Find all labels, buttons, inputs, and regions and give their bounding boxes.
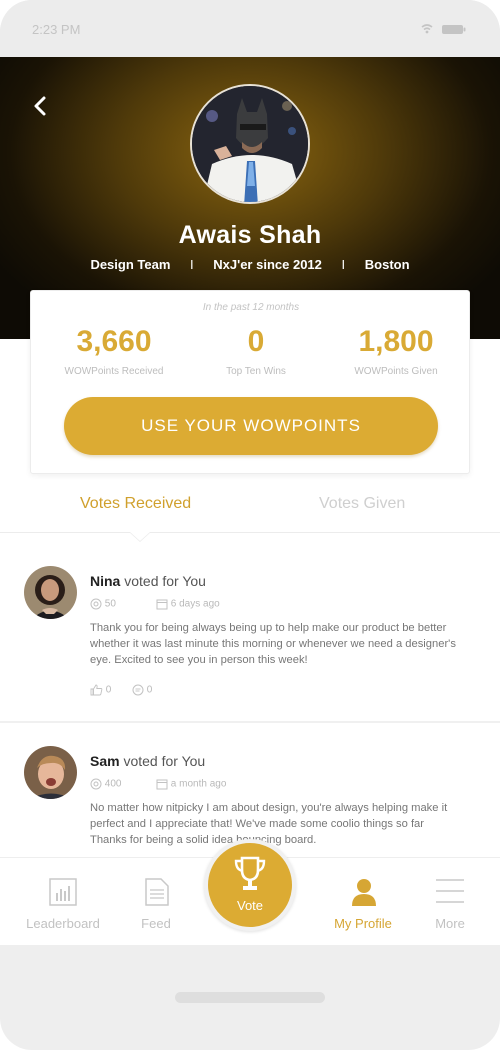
stat-value: 0	[247, 325, 265, 358]
comment-icon	[132, 684, 144, 696]
calendar-icon	[156, 779, 168, 790]
vote-label: Vote	[236, 898, 264, 913]
vote-time: a month ago	[156, 778, 226, 790]
vote-button[interactable]: Vote	[204, 839, 296, 931]
voter-name[interactable]: Nina	[90, 573, 120, 589]
document-icon	[145, 878, 169, 906]
nav-feed[interactable]: Feed	[106, 858, 206, 945]
tabs-divider	[0, 532, 500, 533]
stat-points-given: 1,800 WOWPoints Given	[321, 325, 471, 377]
nav-my-profile[interactable]: My Profile	[313, 858, 413, 945]
votes-tabs: Votes Received Votes Given	[0, 475, 500, 533]
vote-message: Thank you for being always being up to h…	[90, 622, 456, 666]
stat-value: 3,660	[76, 325, 152, 358]
vote-message: No matter how nitpicky I am about design…	[90, 802, 448, 846]
stat-label: WOWPoints Received	[64, 366, 164, 377]
meta-separator: I	[190, 257, 194, 272]
menu-icon	[436, 878, 464, 904]
profile-team: Design Team	[90, 257, 171, 272]
stat-points-received: 3,660 WOWPoints Received	[39, 325, 189, 377]
vote-points: 400	[90, 778, 121, 790]
stat-value: 1,800	[358, 325, 434, 358]
chevron-left-icon	[34, 96, 46, 116]
vote-card: Nina voted for You 50 6 days ago Thank y…	[0, 566, 500, 716]
avatar[interactable]	[24, 746, 77, 799]
nav-leaderboard[interactable]: Leaderboard	[13, 858, 113, 945]
points-icon	[90, 778, 102, 790]
comment-count: 0	[146, 684, 153, 696]
tab-votes-received[interactable]: Votes Received	[80, 495, 191, 513]
voter-photo	[24, 566, 77, 619]
thumbs-up-icon	[90, 684, 103, 696]
stats-period: In the past 12 months	[202, 302, 300, 313]
time-value: 6 days ago	[170, 598, 220, 610]
home-indicator	[175, 992, 325, 1003]
nav-label: More	[435, 916, 465, 931]
status-bar: 2:23 PM	[0, 0, 500, 57]
nav-label: My Profile	[334, 916, 392, 931]
vote-action: voted for You	[120, 573, 206, 589]
profile-tenure: NxJ'er since 2012	[213, 257, 322, 272]
active-tab-caret-fill	[130, 532, 150, 541]
calendar-icon	[156, 599, 168, 610]
back-button[interactable]	[30, 95, 52, 117]
nav-label: Leaderboard	[26, 916, 100, 931]
points-value: 400	[104, 778, 122, 790]
wifi-battery-icon	[421, 24, 466, 34]
nav-label: Feed	[141, 916, 171, 931]
profile-screen: Awais Shah Design Team I NxJ'er since 20…	[0, 57, 500, 945]
vote-time: 6 days ago	[156, 598, 220, 610]
time-value: a month ago	[170, 778, 227, 790]
profile-photo	[192, 86, 308, 202]
stats-card: In the past 12 months 3,660 WOWPoints Re…	[30, 290, 470, 474]
like-count: 0	[105, 684, 112, 696]
vote-points: 50	[90, 598, 116, 610]
voter-photo	[24, 746, 77, 799]
bar-chart-icon	[49, 878, 77, 906]
nav-more[interactable]: More	[400, 858, 500, 945]
status-icons	[420, 22, 470, 36]
avatar[interactable]	[24, 566, 77, 619]
comment-button[interactable]: 0	[132, 684, 152, 696]
vote-title: Nina voted for You	[90, 573, 206, 589]
like-button[interactable]: 0	[90, 684, 111, 696]
stat-top-ten-wins: 0 Top Ten Wins	[181, 325, 331, 377]
person-icon	[352, 878, 376, 906]
profile-location: Boston	[364, 257, 410, 272]
voter-name[interactable]: Sam	[90, 753, 120, 769]
vote-action: voted for You	[119, 753, 206, 769]
status-time: 2:23 PM	[32, 22, 81, 37]
use-wowpoints-button[interactable]: USE YOUR WOWPOINTS	[64, 397, 438, 455]
vote-divider	[0, 721, 500, 723]
profile-name: Awais Shah	[178, 221, 322, 249]
points-icon	[90, 598, 102, 610]
points-value: 50	[104, 598, 116, 610]
stat-label: Top Ten Wins	[226, 366, 286, 377]
tab-votes-given[interactable]: Votes Given	[319, 495, 405, 513]
trophy-icon	[234, 856, 266, 894]
phone-frame: 2:23 PM Awais Shah Design Team I NxJ'er …	[0, 0, 500, 1050]
vote-title: Sam voted for You	[90, 753, 205, 769]
profile-meta: Design Team I NxJ'er since 2012 I Boston	[0, 257, 500, 272]
profile-avatar	[190, 84, 310, 204]
meta-separator: I	[341, 257, 346, 272]
stat-label: WOWPoints Given	[354, 366, 438, 377]
